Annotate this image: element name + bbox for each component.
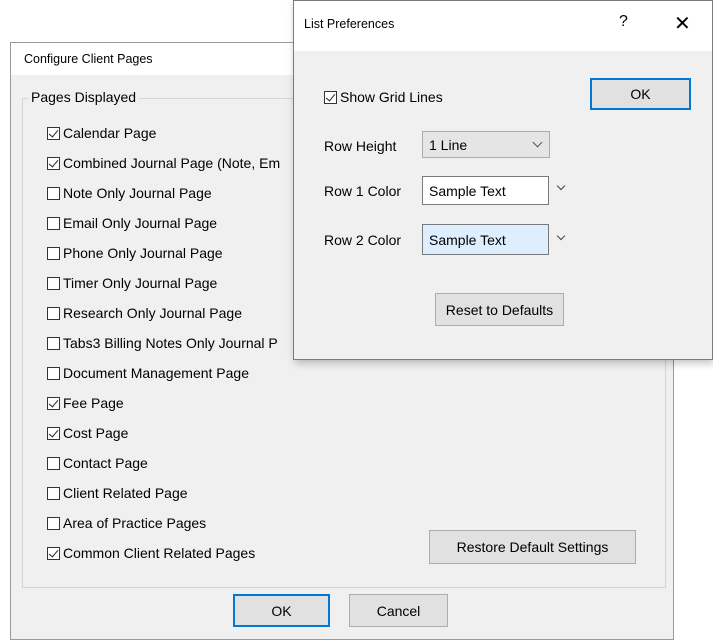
row1-color-dropdown-icon[interactable] bbox=[556, 181, 566, 191]
row-height-select[interactable]: 1 Line bbox=[422, 131, 550, 158]
checked-box-icon bbox=[47, 426, 60, 440]
page-checkbox[interactable]: Area of Practice Pages bbox=[47, 513, 206, 533]
page-checkbox[interactable]: Phone Only Journal Page bbox=[47, 243, 223, 263]
page-checkbox[interactable]: Tabs3 Billing Notes Only Journal P bbox=[47, 333, 278, 353]
page-checkbox-label: Tabs3 Billing Notes Only Journal P bbox=[63, 335, 278, 351]
page-checkbox-label: Timer Only Journal Page bbox=[63, 275, 218, 291]
show-grid-lines-label: Show Grid Lines bbox=[340, 89, 443, 105]
chevron-down-icon bbox=[532, 137, 543, 148]
page-checkbox-label: Common Client Related Pages bbox=[63, 545, 256, 561]
unchecked-box-icon bbox=[47, 366, 60, 380]
show-grid-lines-check-icon bbox=[324, 90, 337, 104]
reset-to-defaults-button[interactable]: Reset to Defaults bbox=[435, 293, 564, 326]
unchecked-box-icon bbox=[47, 456, 60, 470]
unchecked-box-icon bbox=[47, 246, 60, 260]
help-icon[interactable]: ? bbox=[619, 13, 628, 31]
page-checkbox-label: Area of Practice Pages bbox=[63, 515, 207, 531]
page-checkbox[interactable]: Contact Page bbox=[47, 453, 148, 473]
configure-cancel-button[interactable]: Cancel bbox=[349, 594, 448, 627]
row1-color-label: Row 1 Color bbox=[324, 183, 402, 199]
unchecked-box-icon bbox=[47, 306, 60, 320]
configure-ok-button[interactable]: OK bbox=[233, 594, 330, 627]
page-checkbox[interactable]: Research Only Journal Page bbox=[47, 303, 242, 323]
checked-box-icon bbox=[47, 396, 60, 410]
page-checkbox[interactable]: Document Management Page bbox=[47, 363, 249, 383]
page-checkbox-label: Research Only Journal Page bbox=[63, 305, 242, 321]
row1-color-sample[interactable]: Sample Text bbox=[422, 176, 549, 205]
list-preferences-title: List Preferences bbox=[304, 17, 395, 31]
row2-color-sample[interactable]: Sample Text bbox=[422, 224, 549, 255]
show-grid-lines-checkbox[interactable]: Show Grid Lines bbox=[324, 87, 443, 107]
checked-box-icon bbox=[47, 126, 60, 140]
unchecked-box-icon bbox=[47, 186, 60, 200]
page-checkbox-label: Combined Journal Page (Note, Em bbox=[63, 155, 281, 171]
page-checkbox[interactable]: Note Only Journal Page bbox=[47, 183, 212, 203]
page-checkbox[interactable]: Fee Page bbox=[47, 393, 124, 413]
unchecked-box-icon bbox=[47, 516, 60, 530]
row2-color-sample-text: Sample Text bbox=[429, 231, 506, 248]
page-checkbox-label: Fee Page bbox=[63, 395, 124, 411]
page-checkbox[interactable]: Cost Page bbox=[47, 423, 128, 443]
page-checkbox-label: Document Management Page bbox=[63, 365, 249, 381]
page-checkbox[interactable]: Combined Journal Page (Note, Em bbox=[47, 153, 280, 173]
row-height-label: Row Height bbox=[324, 138, 397, 154]
page-checkbox-label: Calendar Page bbox=[63, 125, 157, 141]
pages-displayed-label: Pages Displayed bbox=[28, 89, 140, 105]
list-preferences-dialog: List Preferences ? ✕ Show Grid Lines OK … bbox=[293, 0, 713, 360]
row2-color-label: Row 2 Color bbox=[324, 232, 402, 248]
page-checkbox[interactable]: Email Only Journal Page bbox=[47, 213, 217, 233]
unchecked-box-icon bbox=[47, 276, 60, 290]
page-checkbox[interactable]: Calendar Page bbox=[47, 123, 156, 143]
unchecked-box-icon bbox=[47, 336, 60, 350]
page-checkbox-label: Cost Page bbox=[63, 425, 129, 441]
restore-default-settings-button[interactable]: Restore Default Settings bbox=[429, 530, 636, 564]
row-height-value: 1 Line bbox=[429, 136, 468, 153]
row2-color-dropdown-icon[interactable] bbox=[556, 231, 566, 241]
page-checkbox[interactable]: Timer Only Journal Page bbox=[47, 273, 217, 293]
page-checkbox-label: Email Only Journal Page bbox=[63, 215, 218, 231]
page-checkbox-label: Contact Page bbox=[63, 455, 148, 471]
page-checkbox-label: Phone Only Journal Page bbox=[63, 245, 223, 261]
unchecked-box-icon bbox=[47, 216, 60, 230]
page-checkbox[interactable]: Common Client Related Pages bbox=[47, 543, 255, 563]
page-checkbox-label: Client Related Page bbox=[63, 485, 188, 501]
close-icon[interactable]: ✕ bbox=[674, 11, 691, 36]
page-checkbox[interactable]: Client Related Page bbox=[47, 483, 188, 503]
checked-box-icon bbox=[47, 546, 60, 560]
list-preferences-ok-button[interactable]: OK bbox=[590, 78, 691, 110]
checked-box-icon bbox=[47, 156, 60, 170]
configure-window-title: Configure Client Pages bbox=[24, 52, 153, 66]
unchecked-box-icon bbox=[47, 486, 60, 500]
row1-color-sample-text: Sample Text bbox=[429, 182, 506, 199]
list-preferences-titlebar[interactable]: List Preferences ? ✕ bbox=[294, 1, 712, 51]
page-checkbox-label: Note Only Journal Page bbox=[63, 185, 212, 201]
